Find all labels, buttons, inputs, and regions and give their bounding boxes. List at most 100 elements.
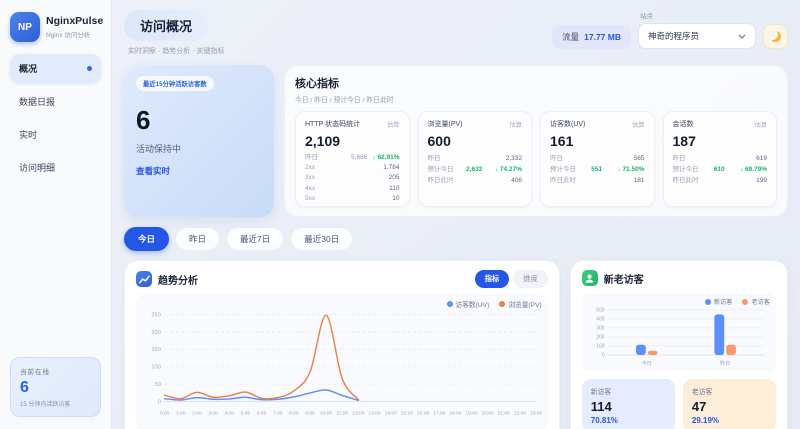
sidebar-item-daily-report[interactable]: 数据日报 bbox=[10, 87, 101, 116]
row-trend: ↓ 74.27% bbox=[495, 164, 522, 175]
legend-pv[interactable]: 浏览量(PV) bbox=[499, 299, 541, 309]
site-select-value: 神奇的程序员 bbox=[648, 30, 699, 42]
active-visitors-value: 6 bbox=[136, 105, 262, 136]
svg-text:7:00: 7:00 bbox=[273, 411, 283, 417]
view-realtime-link[interactable]: 查看实时 bbox=[136, 165, 262, 177]
row-label: 昨日此时 bbox=[673, 175, 699, 186]
site-select[interactable]: 神奇的程序员 bbox=[638, 23, 756, 49]
pv-dot-icon bbox=[499, 301, 505, 307]
metric-card-sessions: 会话数 估算 187 昨日619 预计今日610↓ 69.79% 昨日此时199 bbox=[663, 111, 778, 207]
trend-chart-icon bbox=[136, 271, 152, 287]
tab-today[interactable]: 今日 bbox=[124, 227, 169, 251]
svg-text:15:00: 15:00 bbox=[401, 411, 414, 417]
row-label: 2xx bbox=[305, 163, 315, 173]
metric-title: HTTP 状态码统计 bbox=[305, 119, 360, 129]
svg-text:1:00: 1:00 bbox=[176, 411, 186, 417]
moon-icon bbox=[770, 31, 781, 42]
theme-toggle-button[interactable] bbox=[763, 24, 788, 49]
svg-text:16:00: 16:00 bbox=[417, 411, 430, 417]
svg-text:3:00: 3:00 bbox=[208, 411, 218, 417]
svg-text:17:00: 17:00 bbox=[433, 411, 446, 417]
row-label: 昨日 bbox=[673, 153, 686, 164]
visitors-chart-zone: 新访客 老访客 0100200300400500今日昨日 bbox=[582, 293, 776, 371]
svg-text:500: 500 bbox=[596, 308, 605, 314]
dimension-mode-button[interactable]: 维度 bbox=[513, 270, 548, 288]
sidebar-item-label: 访问明细 bbox=[19, 161, 55, 174]
legend-new-visitors[interactable]: 新访客 bbox=[705, 297, 733, 306]
svg-text:11:00: 11:00 bbox=[336, 411, 348, 417]
row-trend: ↓ 69.79% bbox=[740, 164, 767, 175]
sidebar-item-realtime[interactable]: 实时 bbox=[10, 120, 101, 149]
svg-text:昨日: 昨日 bbox=[720, 360, 730, 367]
svg-text:300: 300 bbox=[596, 326, 605, 332]
metric-title: 会话数 bbox=[673, 119, 694, 129]
online-now-value: 6 bbox=[20, 379, 91, 397]
svg-text:19:00: 19:00 bbox=[465, 411, 478, 417]
sidebar: NP NginxPulse Nginx 访问分析 概况 数据日报 实时 访问明细… bbox=[0, 0, 112, 429]
active-visitors-card: 最近15分钟活跃访客数 6 活动保持中 查看实时 bbox=[124, 65, 274, 217]
page-title: 访问概况 bbox=[124, 10, 208, 41]
metric-title: 浏览量(PV) bbox=[428, 119, 463, 129]
row-mid: 5,686 bbox=[351, 153, 367, 163]
row-estimate: 610 bbox=[714, 164, 725, 175]
row-label: 预计今日 bbox=[550, 164, 576, 175]
app-name: NginxPulse bbox=[46, 15, 103, 27]
returning-visitor-dot-icon bbox=[742, 299, 748, 305]
tab-last-30-days[interactable]: 最近30日 bbox=[290, 227, 353, 251]
core-metrics-panel: 核心指标 今日 / 昨日 / 预计今日 / 昨日此时 HTTP 状态码统计 估算… bbox=[284, 65, 788, 217]
svg-text:今日: 今日 bbox=[641, 360, 651, 367]
row-estimate: 551 bbox=[591, 164, 602, 175]
active-visitors-badge: 最近15分钟活跃访客数 bbox=[136, 76, 214, 91]
uv-dot-icon bbox=[447, 301, 453, 307]
stat-label: 新访客 bbox=[591, 386, 666, 396]
svg-text:14:00: 14:00 bbox=[385, 411, 398, 417]
trend-title: 趋势分析 bbox=[158, 272, 198, 287]
row-value: 181 bbox=[634, 175, 645, 186]
svg-text:100: 100 bbox=[151, 365, 160, 371]
online-now-caption: 15 分钟内活跃访客 bbox=[20, 399, 91, 408]
tab-yesterday[interactable]: 昨日 bbox=[175, 227, 220, 251]
visitors-bar-chart: 0100200300400500今日昨日 bbox=[588, 306, 770, 369]
core-metrics-subtitle: 今日 / 昨日 / 预计今日 / 昨日此时 bbox=[295, 94, 777, 104]
visitors-title: 新老访客 bbox=[604, 271, 644, 286]
row-trend: ↓ 62.91% bbox=[372, 153, 399, 163]
metric-estimate-badge: 估算 bbox=[387, 120, 399, 129]
online-now-card: 当前在线 6 15 分钟内活跃访客 bbox=[10, 357, 101, 417]
row-value: 619 bbox=[756, 153, 767, 164]
svg-text:250: 250 bbox=[151, 313, 160, 319]
svg-text:200: 200 bbox=[596, 335, 605, 341]
stat-label: 老访客 bbox=[692, 386, 767, 396]
legend-uv[interactable]: 访客数(UV) bbox=[447, 299, 490, 309]
stat-value: 114 bbox=[591, 399, 666, 414]
svg-text:100: 100 bbox=[596, 344, 605, 350]
metric-estimate-badge: 估算 bbox=[510, 120, 522, 129]
svg-text:0: 0 bbox=[158, 399, 161, 405]
row-label: 4xx bbox=[305, 184, 315, 194]
sidebar-item-overview[interactable]: 概况 bbox=[10, 54, 101, 83]
row-label: 5xx bbox=[305, 194, 315, 204]
row-label: 预计今日 bbox=[673, 164, 699, 175]
page-header: 访问概况 实时洞察 · 趋势分析 · 关键指标 流量 17.77 MB 站点 神… bbox=[124, 10, 788, 56]
tab-last-7-days[interactable]: 最近7日 bbox=[226, 227, 284, 251]
row-value: 10 bbox=[392, 194, 399, 204]
sidebar-item-label: 数据日报 bbox=[19, 95, 55, 108]
traffic-value: 17.77 MB bbox=[584, 32, 621, 42]
sidebar-item-visit-detail[interactable]: 访问明细 bbox=[10, 153, 101, 182]
svg-text:0:00: 0:00 bbox=[160, 411, 170, 417]
metric-card-pageviews: 浏览量(PV) 估算 600 昨日2,332 预计今日2,632↓ 74.27%… bbox=[418, 111, 533, 207]
svg-text:8:00: 8:00 bbox=[289, 411, 299, 417]
svg-text:18:00: 18:00 bbox=[449, 411, 462, 417]
trend-analysis-panel: 趋势分析 指标 维度 访客数(UV) 浏览量(PV) 0 bbox=[124, 260, 560, 429]
traffic-label: 流量 bbox=[562, 31, 579, 43]
svg-text:9:00: 9:00 bbox=[305, 411, 315, 417]
legend-returning-visitors[interactable]: 老访客 bbox=[742, 297, 770, 306]
chevron-down-icon bbox=[738, 34, 746, 39]
date-range-tabs: 今日 昨日 最近7日 最近30日 bbox=[124, 227, 788, 251]
metric-mode-button[interactable]: 指标 bbox=[475, 270, 510, 288]
row-trend: ↓ 71.50% bbox=[617, 164, 644, 175]
site-select-label: 站点 bbox=[640, 10, 756, 20]
svg-text:10:00: 10:00 bbox=[320, 411, 333, 417]
row-estimate: 2,632 bbox=[466, 164, 482, 175]
main-content: 访问概况 实时洞察 · 趋势分析 · 关键指标 流量 17.77 MB 站点 神… bbox=[112, 0, 800, 429]
traffic-badge: 流量 17.77 MB bbox=[552, 25, 631, 49]
